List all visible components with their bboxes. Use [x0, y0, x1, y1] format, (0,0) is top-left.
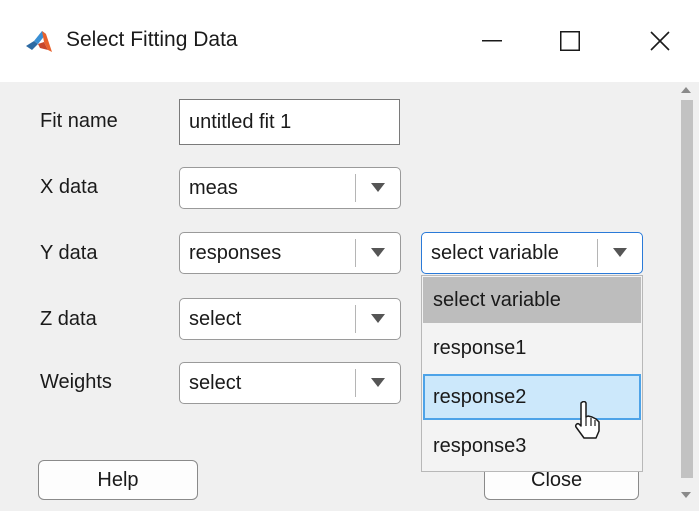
- y-data-label: Y data: [40, 242, 98, 264]
- close-window-button[interactable]: [630, 0, 690, 82]
- x-data-label: X data: [40, 176, 98, 198]
- close-icon: [650, 31, 670, 51]
- scrollbar-thumb[interactable]: [681, 100, 693, 478]
- y-variable-value: select variable: [431, 242, 559, 264]
- fit-name-label: Fit name: [40, 110, 118, 132]
- fit-name-input[interactable]: untitled fit 1: [179, 99, 400, 145]
- dropdown-separator: [355, 174, 356, 202]
- z-data-dropdown[interactable]: select: [179, 298, 401, 340]
- y-variable-options-list: select variable response1 response2 resp…: [421, 275, 643, 472]
- minimize-icon: [482, 40, 502, 42]
- z-data-value: select: [189, 308, 242, 330]
- scroll-down-icon[interactable]: [681, 492, 691, 498]
- chevron-down-icon[interactable]: [371, 314, 385, 323]
- dropdown-separator: [355, 369, 356, 397]
- mouse-pointer-icon: [575, 401, 600, 439]
- option-response1[interactable]: response1: [423, 325, 641, 371]
- chevron-down-icon[interactable]: [613, 248, 627, 257]
- help-button[interactable]: Help: [38, 460, 198, 500]
- x-data-dropdown[interactable]: meas: [179, 167, 401, 209]
- minimize-button[interactable]: [462, 0, 522, 82]
- chevron-down-icon[interactable]: [371, 378, 385, 387]
- window-title: Select Fitting Data: [66, 28, 238, 51]
- maximize-button[interactable]: [540, 0, 600, 82]
- chevron-down-icon[interactable]: [371, 248, 385, 257]
- y-data-dropdown[interactable]: responses: [179, 232, 401, 274]
- title-bar: Select Fitting Data: [0, 0, 699, 82]
- x-data-value: meas: [189, 177, 238, 199]
- y-data-value: responses: [189, 242, 282, 264]
- weights-value: select: [189, 372, 242, 394]
- chevron-down-icon[interactable]: [371, 183, 385, 192]
- dropdown-separator: [355, 239, 356, 267]
- y-variable-dropdown[interactable]: select variable: [421, 232, 643, 274]
- maximize-icon: [560, 31, 580, 51]
- vertical-scrollbar[interactable]: [673, 82, 699, 511]
- scroll-up-icon[interactable]: [681, 87, 691, 93]
- option-response2[interactable]: response2: [423, 374, 641, 420]
- z-data-label: Z data: [40, 308, 97, 330]
- dialog-body: Fit name untitled fit 1 X data meas Y da…: [0, 82, 699, 511]
- option-select-variable[interactable]: select variable: [423, 277, 641, 323]
- dropdown-separator: [597, 239, 598, 267]
- matlab-logo-icon: [24, 28, 54, 56]
- weights-dropdown[interactable]: select: [179, 362, 401, 404]
- dropdown-separator: [355, 305, 356, 333]
- weights-label: Weights: [40, 371, 112, 393]
- option-response3[interactable]: response3: [423, 423, 641, 469]
